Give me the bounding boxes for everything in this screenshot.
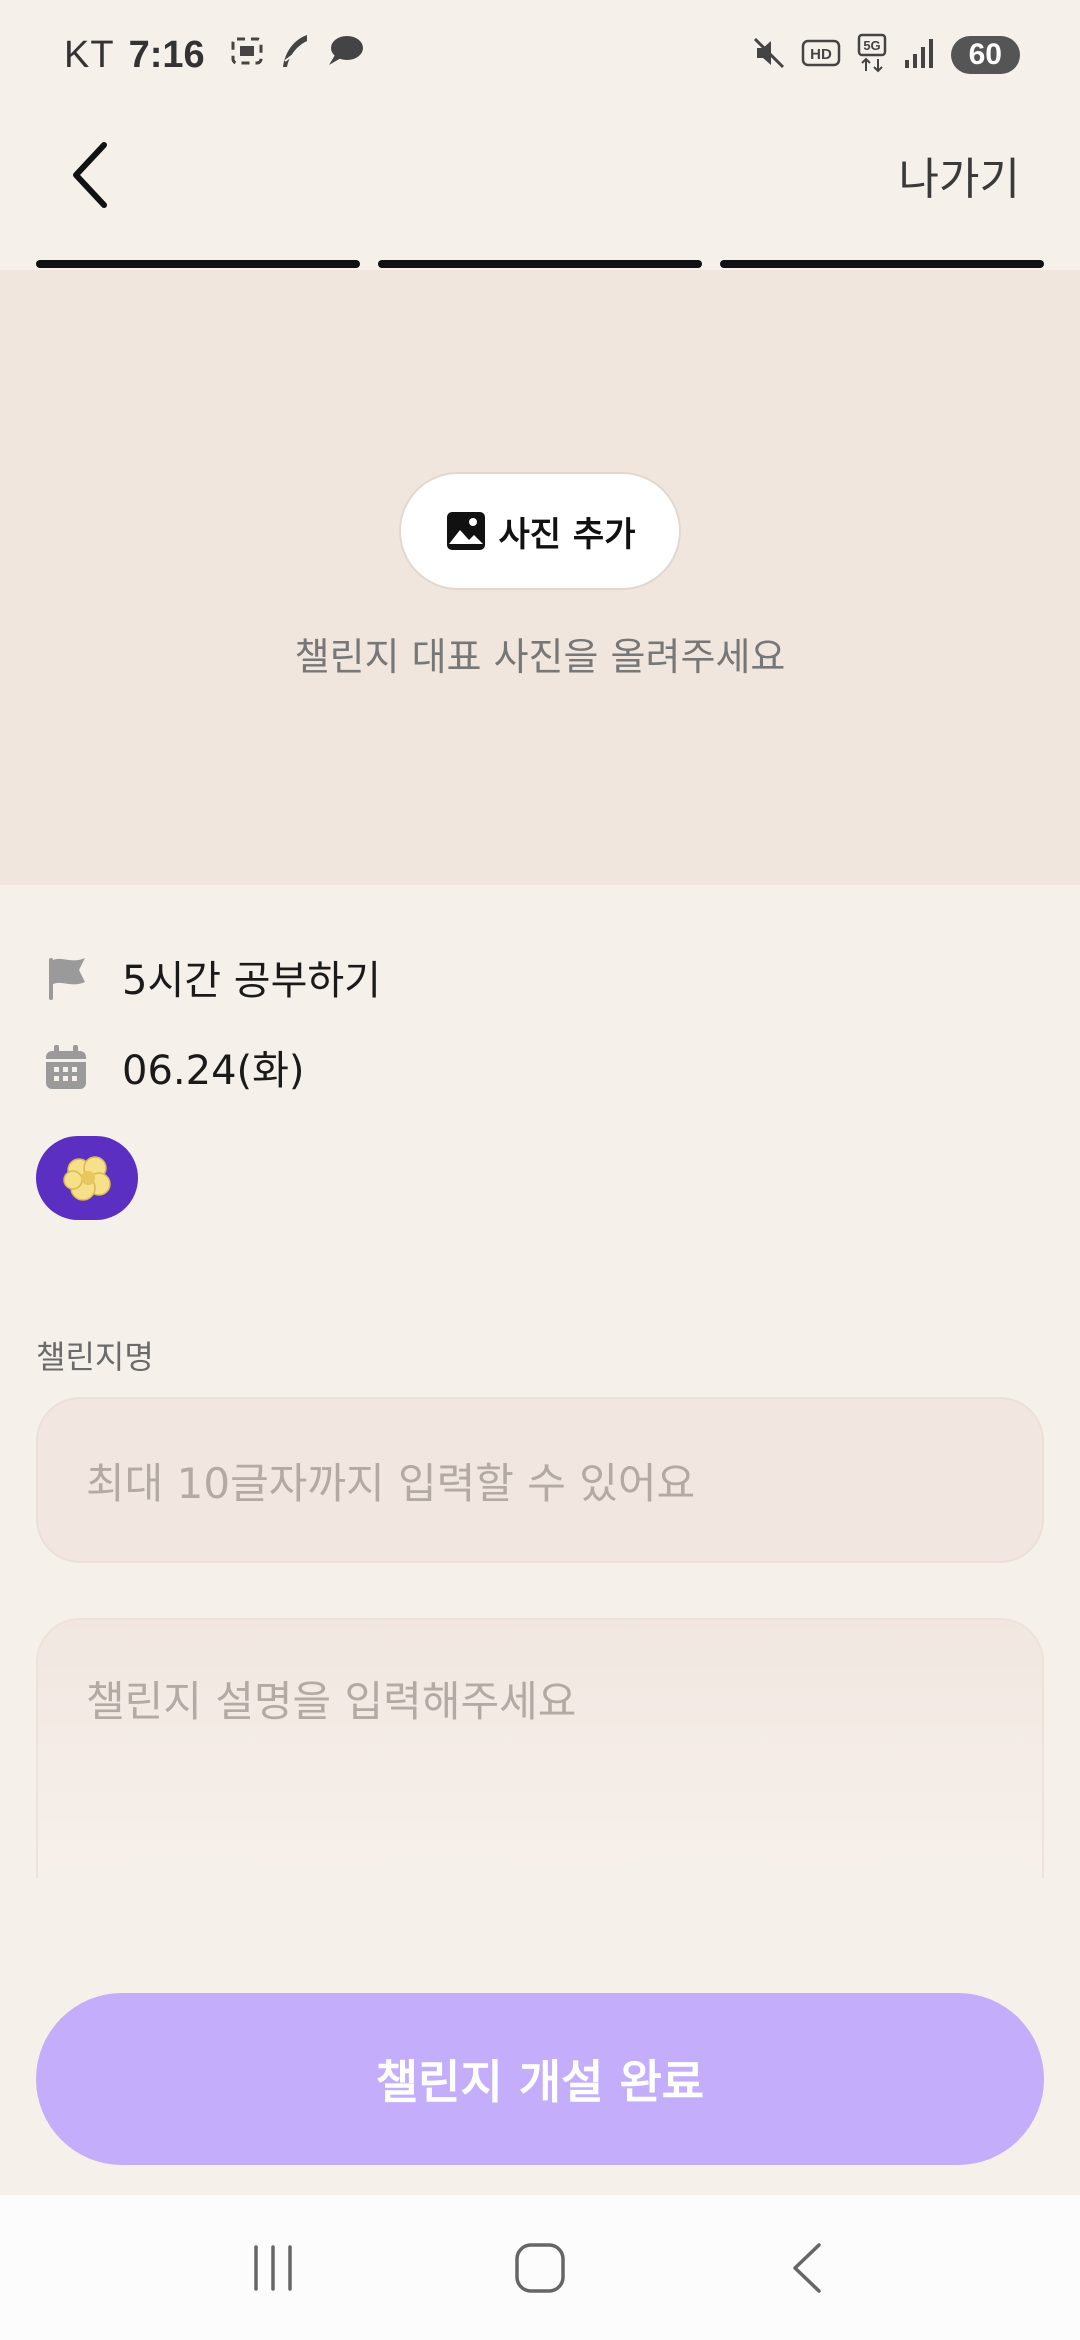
svg-text:5G: 5G [863,38,880,53]
5g-icon: 5G [855,33,889,77]
calendar-icon [40,1041,92,1093]
chevron-left-icon [73,142,107,208]
add-photo-button[interactable]: 사진 추가 [399,472,681,590]
home-icon [515,2242,565,2293]
status-left: KT 7:16 [64,31,365,80]
date-row: 06.24(화) [40,1038,305,1096]
battery-indicator: 60 [950,36,1020,74]
home-button[interactable] [495,2223,585,2313]
popcorn-icon [63,1156,111,1201]
feather-icon [277,31,313,80]
photo-hint: 챌린지 대표 사진을 올려주세요 [294,635,786,679]
exit-button[interactable]: 나가기 [899,143,1020,207]
svg-text:HD: HD [810,46,832,63]
status-bar: KT 7:16 HD 5G 60 [0,0,1080,110]
progress-step [720,260,1044,268]
progress-step [36,260,360,268]
status-right: HD 5G 60 [751,33,1020,77]
system-back-button[interactable] [762,2223,852,2313]
top-nav: 나가기 [0,110,1080,240]
challenge-name-label: 챌린지명 [36,1338,154,1376]
recent-apps-icon [254,2244,293,2291]
challenge-name-placeholder: 최대 10글자까지 입력할 수 있어요 [86,1458,696,1508]
goal-row: 5시간 공부하기 [40,948,381,1006]
recent-apps-button[interactable] [228,2223,318,2313]
back-arrow-icon [792,2242,821,2293]
challenge-description-input[interactable]: 챌린지 설명을 입력해주세요 [36,1618,1044,1878]
notification-icons [229,31,365,80]
progress-step [378,260,702,268]
clock: 7:16 [128,33,205,76]
screenshot-icon [229,33,265,78]
create-challenge-button[interactable]: 챌린지 개설 완료 [36,1993,1044,2165]
challenge-emoji-badge[interactable] [36,1136,138,1220]
hd-icon: HD [801,37,841,73]
date-text: 06.24(화) [122,1048,305,1094]
back-button[interactable] [60,135,120,215]
mute-icon [751,35,787,75]
cover-photo-area[interactable]: 사진 추가 챌린지 대표 사진을 올려주세요 [0,270,1080,885]
challenge-description-placeholder: 챌린지 설명을 입력해주세요 [86,1677,577,1726]
chat-bubble-icon [325,33,365,78]
add-photo-label: 사진 추가 [498,514,636,555]
system-nav-bar [0,2195,1080,2340]
image-icon [446,512,485,550]
step-progress [36,260,1044,268]
goal-text: 5시간 공부하기 [122,958,381,1004]
flag-icon [40,951,92,1003]
carrier-label: KT [64,33,115,76]
signal-icon [903,36,937,74]
challenge-name-input[interactable]: 최대 10글자까지 입력할 수 있어요 [36,1397,1044,1563]
